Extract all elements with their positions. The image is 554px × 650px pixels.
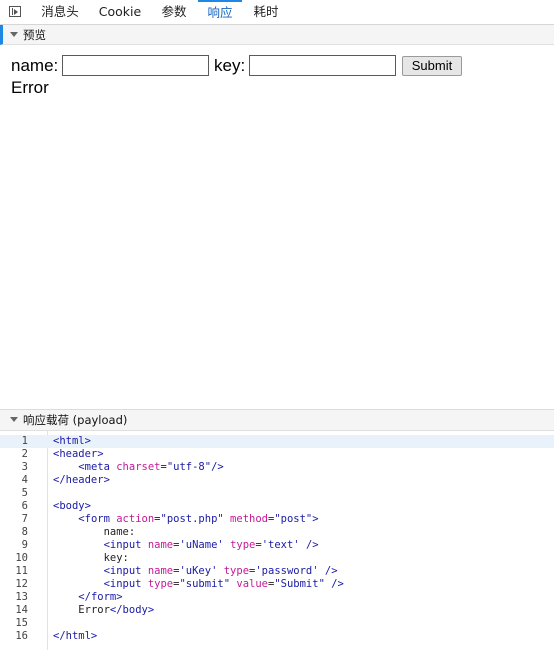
toggle-panel-icon[interactable] [9,6,21,17]
code-line: 14 Error</body> [0,604,554,617]
tab-timings[interactable]: 耗时 [244,0,288,24]
code-line: 16 </html> [0,630,554,643]
submit-button[interactable]: Submit [402,56,462,76]
name-label: name: [11,56,59,75]
line-number: 14 [15,604,28,616]
line-number: 11 [15,565,28,577]
tab-headers[interactable]: 消息头 [34,0,86,24]
code-line: 3 <meta charset="utf-8"/> [0,461,554,474]
code-line: 8 name: [0,526,554,539]
line-number: 3 [21,461,28,473]
line-number: 7 [21,513,28,525]
code-line: 5 [0,487,554,500]
code-text: key: [103,552,129,564]
tab-params[interactable]: 参数 [152,0,196,24]
line-number: 8 [21,526,28,538]
code-line: 11 <input name='uKey' type='password' /> [0,565,554,578]
code-text: name: [103,526,136,538]
line-number: 16 [15,630,28,642]
line-number: 9 [21,539,28,551]
collapse-triangle-icon [10,32,18,37]
code-text: <html> [53,435,91,447]
line-number: 2 [21,448,28,460]
response-tab-bar: 消息头 Cookie 参数 响应 耗时 [0,0,554,25]
code-text: <body> [53,500,91,512]
line-number: 10 [15,552,28,564]
code-line: 7 <form action="post.php" method="post"> [0,513,554,526]
key-input[interactable] [249,55,396,76]
error-text: Error [11,78,49,97]
key-label: key: [214,56,246,75]
code-text: </html> [53,630,98,642]
code-line: 10 key: [0,552,554,565]
collapse-triangle-icon [10,417,18,422]
line-number: 13 [15,591,28,603]
code-text: <input name='uKey' type='password' /> [103,565,338,577]
code-line: 12 <input type="submit" value="Submit" /… [0,578,554,591]
code-text: </header> [53,474,110,486]
code-text: <form action="post.php" method="post"> [78,513,319,525]
code-text: <header> [53,448,104,460]
line-number: 5 [21,487,28,499]
line-number: 4 [21,474,28,486]
code-line: 1 <html> [0,435,554,448]
payload-code-viewer[interactable]: 1 <html> 2 <header> 3 <meta charset="utf-8"/… [0,431,554,650]
preview-section-title: 预览 [23,28,46,42]
tab-response[interactable]: 响应 [198,0,242,24]
code-text: </form> [78,591,123,603]
preview-section-header[interactable]: 预览 [0,25,554,45]
html-preview-pane: name: key: Submit Error [3,46,554,409]
code-line: 15 [0,617,554,630]
code-line: 4 </header> [0,474,554,487]
code-text: <meta charset="utf-8"/> [78,461,224,473]
line-number: 12 [15,578,28,590]
payload-section-title: 响应载荷 (payload) [23,413,128,427]
code-line: 6 <body> [0,500,554,513]
code-line: 9 <input name='uName' type='text' /> [0,539,554,552]
code-line: 13 </form> [0,591,554,604]
code-text: Error</body> [78,604,155,616]
line-number: 6 [21,500,28,512]
code-text: <input name='uName' type='text' /> [103,539,319,551]
line-number: 1 [21,435,28,447]
tab-cookie[interactable]: Cookie [94,0,146,24]
payload-section-header[interactable]: 响应载荷 (payload) [0,410,554,431]
line-number: 15 [15,617,28,629]
code-text: <input type="submit" value="Submit" /> [103,578,344,590]
code-line: 2 <header> [0,448,554,461]
name-input[interactable] [62,55,209,76]
